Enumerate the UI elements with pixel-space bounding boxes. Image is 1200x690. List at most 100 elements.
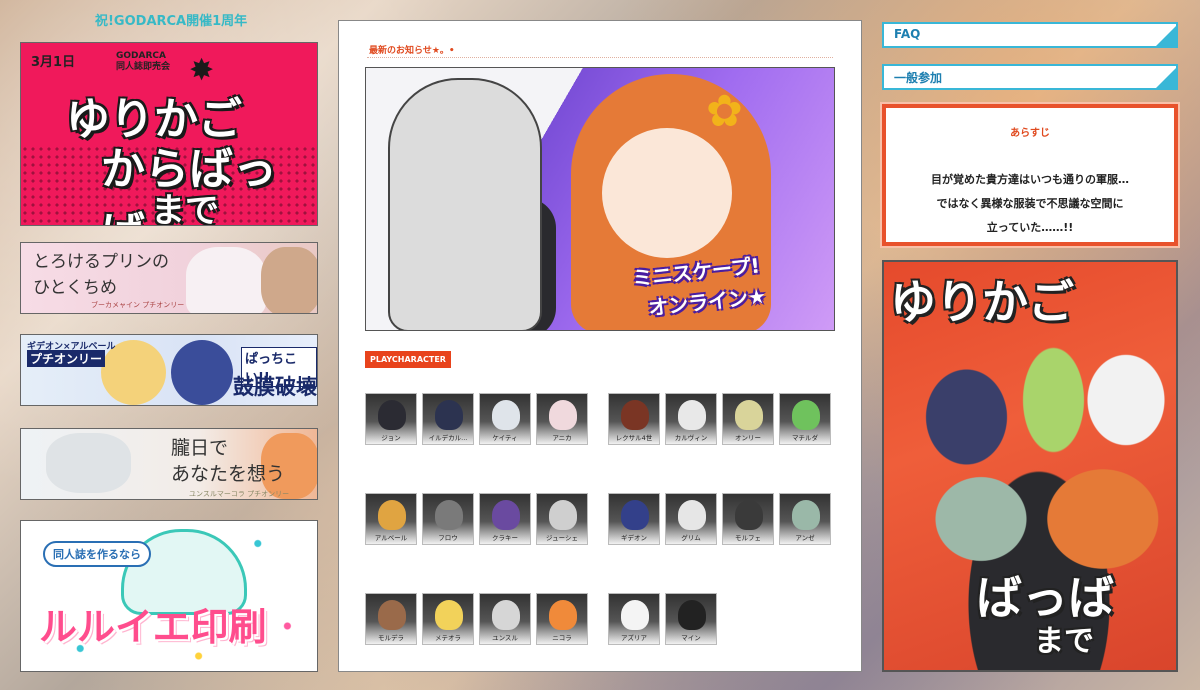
character-avatar (492, 600, 520, 630)
hero-banner[interactable]: ✿ ミニスケープ! オンライン★ (365, 67, 835, 331)
banner-date: 3月1日 (31, 55, 76, 70)
character-chip[interactable]: ジョン (365, 393, 417, 445)
play-character-label: PLAYCHARACTER (365, 351, 451, 368)
character-avatar (735, 400, 763, 430)
banner-rulruie-title: ルルイエ印刷 (39, 605, 267, 649)
banner-oborobi-title: 朧日で あなたを想う (171, 437, 286, 485)
character-name: アンゼ (795, 534, 815, 542)
character-chip[interactable]: カルヴィン (665, 393, 717, 445)
banner-purin-title: とろけるプリンの ひとくちめ (33, 252, 169, 298)
news-heading: 最新のお知らせ★。• (369, 46, 455, 56)
banner-rulruie-print[interactable]: 同人誌を作るなら ルルイエ印刷 (20, 520, 318, 672)
character-chip[interactable]: モルフェ (722, 493, 774, 545)
character-name: マイン (681, 634, 701, 642)
character-avatar (735, 500, 763, 530)
character-chip[interactable]: クラキー (479, 493, 531, 545)
character-avatar (435, 600, 463, 630)
character-avatar (435, 400, 463, 430)
character-name: フロウ (438, 534, 458, 542)
character-name: メテオラ (435, 634, 461, 642)
banner-petit-only: プチオンリー (27, 350, 106, 367)
character-chip[interactable]: マチルダ (779, 393, 831, 445)
faq-label: FAQ (894, 27, 921, 41)
character-name: ジョン (381, 434, 401, 442)
character-chip[interactable]: ニコラ (536, 593, 588, 645)
sunflower-icon: ✿ (706, 86, 743, 137)
character-avatar (621, 600, 649, 630)
banner-gideon-albert[interactable]: ギデオン×アルベール プチオンリー ぱっちこい!! 鼓膜破壊 (20, 334, 318, 406)
character-grid: ジョン イルデカル... ケイティ アニカ レクサル4世 カルヴィン オンリー マチルダアルベ… (365, 393, 845, 653)
synopsis-heading: あらすじ (1010, 128, 1050, 139)
banner-oborobi-sub: ユンスルマーコラ プチオンリー (189, 490, 290, 498)
character-chip[interactable]: アズリア (608, 593, 660, 645)
character-chip[interactable]: アンゼ (779, 493, 831, 545)
character-chip[interactable]: マイン (665, 593, 717, 645)
character-name: ニコラ (552, 634, 572, 642)
character-name: グリム (681, 534, 701, 542)
faq-button[interactable]: FAQ (882, 22, 1178, 48)
cover-subtitle-2: まで (1034, 624, 1094, 659)
character-name: モルフェ (735, 534, 761, 542)
character-name: アニカ (552, 434, 572, 442)
character-avatar (678, 600, 706, 630)
character-chip[interactable]: メテオラ (422, 593, 474, 645)
synopsis-box: あらすじ 目が覚めた貴方達はいつも通りの軍服… ではなく異様な服装で不思議な空間… (880, 102, 1180, 248)
banner-org: GODARCA 同人誌即売会 (116, 51, 170, 73)
general-participation-label: 一般参加 (894, 71, 943, 85)
event-subtitle: 祝!GODARCA開催1周年 (95, 14, 248, 29)
character-name: レクサル4世 (615, 434, 653, 442)
character-illustration (171, 340, 233, 405)
character-chip[interactable]: イルデカル... (422, 393, 474, 445)
character-avatar (549, 500, 577, 530)
character-name: アルベール (374, 534, 408, 542)
character-avatar (621, 500, 649, 530)
character-name: ギデオン (621, 534, 647, 542)
character-avatar (378, 500, 406, 530)
banner-org-line2: 同人誌即売会 (116, 62, 171, 72)
corner-triangle-icon (1154, 66, 1178, 90)
character-avatar (621, 400, 649, 430)
character-illustration (388, 78, 542, 330)
character-avatar (792, 500, 820, 530)
banner-pop-title: 鼓膜破壊 (233, 375, 317, 399)
synopsis-body: 目が覚めた貴方達はいつも通りの軍服… ではなく異様な服装で不思議な空間に 立って… (931, 173, 1129, 234)
main-panel: 最新のお知らせ★。• ✿ ミニスケープ! オンライン★ PLAYCHARACTE… (338, 20, 862, 672)
speech-bubble: 同人誌を作るなら (43, 541, 151, 567)
character-chip[interactable]: レクサル4世 (608, 393, 660, 445)
character-chip[interactable]: ジューシェ (536, 493, 588, 545)
character-chip[interactable]: モルデラ (365, 593, 417, 645)
character-illustration (186, 247, 266, 313)
character-chip[interactable]: ユンスル (479, 593, 531, 645)
character-name: オンリー (735, 434, 761, 442)
general-participation-button[interactable]: 一般参加 (882, 64, 1178, 90)
character-illustration (261, 247, 317, 313)
banner-yurikago[interactable]: 3月1日 GODARCA 同人誌即売会 ✸ ゆりかご からばっば まで (20, 42, 318, 226)
character-avatar (492, 500, 520, 530)
character-chip[interactable]: ギデオン (608, 493, 660, 545)
banner-title-line3: まで (151, 191, 219, 226)
divider (367, 57, 833, 58)
banner-oborobi[interactable]: 朧日で あなたを想う ユンスルマーコラ プチオンリー (20, 428, 318, 500)
banner-org-line1: GODARCA (116, 51, 166, 61)
corner-triangle-icon (1154, 24, 1178, 48)
character-avatar (435, 500, 463, 530)
character-illustration (46, 433, 131, 493)
character-name: ケイティ (492, 434, 518, 442)
character-chip[interactable]: アルベール (365, 493, 417, 545)
banner-purin[interactable]: とろけるプリンの ひとくちめ ブーカメャイン プチオンリー (20, 242, 318, 314)
character-chip[interactable]: フロウ (422, 493, 474, 545)
cover-illustration[interactable]: ゆりかご ばっば まで (882, 260, 1178, 672)
character-chip[interactable]: アニカ (536, 393, 588, 445)
character-avatar (678, 400, 706, 430)
character-chip[interactable]: グリム (665, 493, 717, 545)
character-avatar (492, 400, 520, 430)
character-avatar (378, 600, 406, 630)
character-chip[interactable]: オンリー (722, 393, 774, 445)
character-name: イルデカル... (428, 434, 468, 442)
character-name: アズリア (621, 634, 647, 642)
banner-purin-sub: ブーカメャイン プチオンリー (91, 301, 185, 309)
character-chip[interactable]: ケイティ (479, 393, 531, 445)
character-avatar (378, 400, 406, 430)
character-face (602, 128, 732, 258)
character-name: カルヴィン (674, 434, 708, 442)
